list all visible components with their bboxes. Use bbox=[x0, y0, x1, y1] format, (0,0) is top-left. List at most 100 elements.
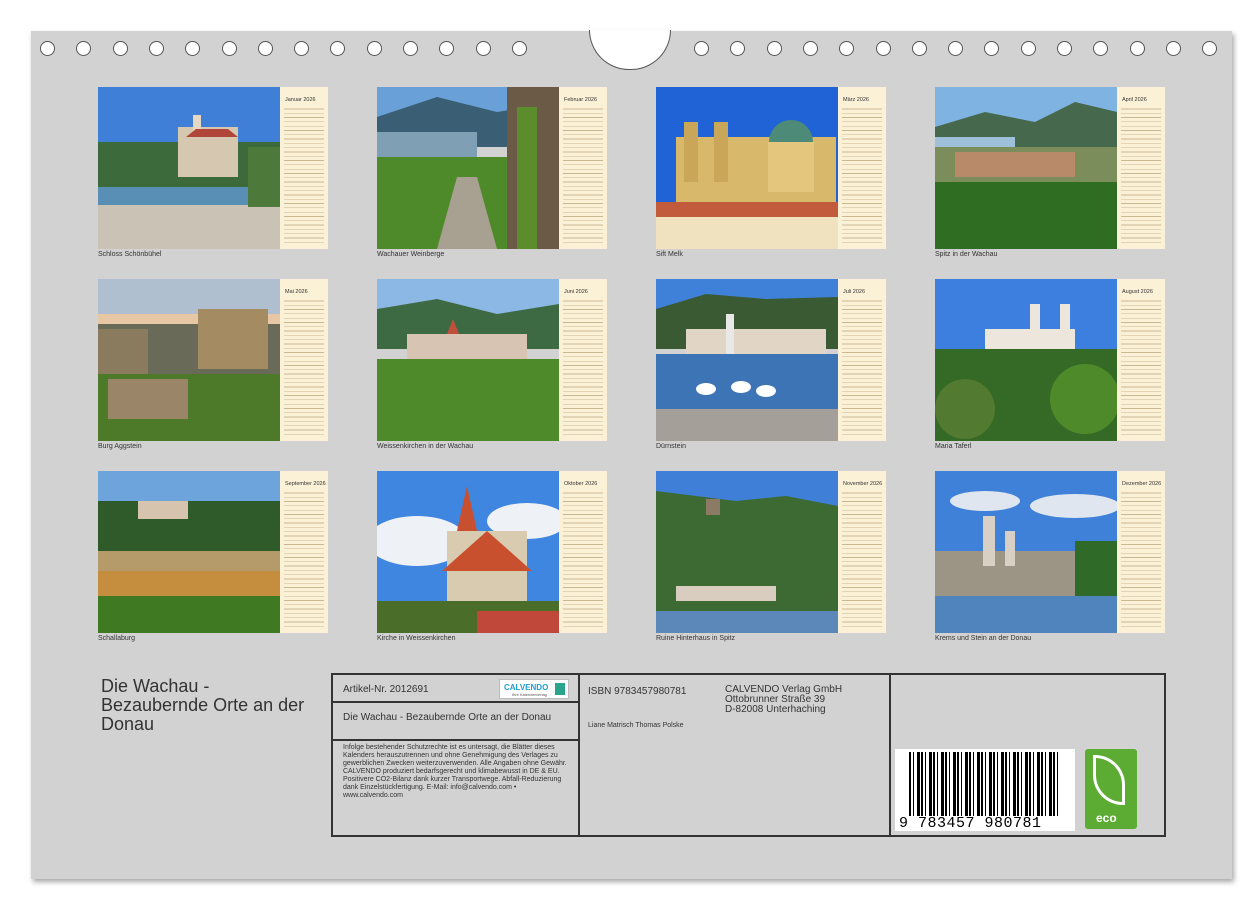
logo-mark-icon bbox=[555, 683, 565, 695]
month-name: Mai 2026 bbox=[285, 289, 308, 295]
binding-hole bbox=[366, 41, 382, 56]
binding-hole bbox=[694, 41, 709, 56]
binding-hole bbox=[839, 41, 855, 56]
binding-hole bbox=[766, 41, 782, 56]
month-tile-june: Juni 2026 Weissenkirchen in der Wachau bbox=[377, 279, 607, 450]
binding-hole bbox=[875, 41, 891, 56]
month-name: August 2026 bbox=[1122, 289, 1153, 295]
month-grid: Januar 2026 bbox=[280, 87, 328, 249]
month-name: Januar 2026 bbox=[285, 97, 316, 103]
month-tile-october: Oktober 2026 Kirche in Weissenkirchen bbox=[377, 471, 607, 642]
binding-hole bbox=[475, 41, 491, 56]
photo-krems-stein bbox=[935, 471, 1117, 633]
photo-hinterhaus bbox=[656, 471, 838, 633]
binding-hole bbox=[185, 41, 201, 56]
photo-caption: Ruine Hinterhaus in Spitz bbox=[656, 635, 735, 642]
photo-caption: Dürnstein bbox=[656, 443, 686, 450]
binding-hole bbox=[439, 41, 455, 56]
month-name: April 2026 bbox=[1122, 97, 1147, 103]
photo-melk bbox=[656, 87, 838, 249]
calendar-title: Die Wachau - Bezaubernde Orte an der Don… bbox=[101, 676, 305, 734]
month-tile-march: März 2026 Sift Melk bbox=[656, 87, 886, 258]
photo-caption: Spitz in der Wachau bbox=[935, 251, 998, 258]
photo-maria-taferl bbox=[935, 279, 1117, 441]
month-grid: Februar 2026 bbox=[559, 87, 607, 249]
barcode-bars bbox=[909, 752, 1059, 816]
photo-kirche-weissenkirchen bbox=[377, 471, 559, 633]
month-grid: Juni 2026 bbox=[559, 279, 607, 441]
photo-duernstein bbox=[656, 279, 838, 441]
author: Liane Matrisch Thomas Polske bbox=[588, 722, 684, 729]
month-grid: Oktober 2026 bbox=[559, 471, 607, 633]
legal-text: Infolge bestehender Schutzrechte ist es … bbox=[343, 744, 567, 799]
month-tile-april: April 2026 Spitz in der Wachau bbox=[935, 87, 1165, 258]
binding-hole bbox=[1093, 41, 1109, 56]
month-name: September 2026 bbox=[285, 481, 326, 487]
logo-text: CALVENDO bbox=[504, 683, 549, 692]
month-grid: März 2026 bbox=[838, 87, 886, 249]
info-box: Artikel-Nr. 2012691 CALVENDO Ihre Kalend… bbox=[331, 673, 1166, 837]
logo-subtext: Ihre Kalenderverlag bbox=[512, 692, 547, 697]
binding-hole bbox=[1020, 41, 1036, 56]
month-tile-may: Mai 2026 Burg Aggstein bbox=[98, 279, 328, 450]
photo-caption: Kirche in Weissenkirchen bbox=[377, 635, 456, 642]
photo-caption: Krems und Stein an der Donau bbox=[935, 635, 1032, 642]
photo-schallaburg bbox=[98, 471, 280, 633]
month-tile-august: August 2026 Maria Taferl bbox=[935, 279, 1165, 450]
calendar-sheet: Januar 2026 Schloss Schönbühel Februar 2… bbox=[31, 30, 1232, 879]
publisher-address: CALVENDO Verlag GmbH Ottobrunner Straße … bbox=[725, 685, 842, 715]
binding-hole bbox=[730, 41, 746, 56]
binding-hole bbox=[1202, 41, 1218, 56]
binding-hole bbox=[403, 41, 418, 56]
eco-badge: eco bbox=[1085, 749, 1137, 829]
photo-caption: Schallaburg bbox=[98, 635, 135, 642]
barcode-number: 9 783457 980781 bbox=[899, 815, 1042, 832]
month-name: Juli 2026 bbox=[843, 289, 866, 295]
calvendo-logo: CALVENDO Ihre Kalenderverlag bbox=[499, 679, 569, 699]
photo-vineyards bbox=[377, 87, 559, 249]
month-name: Juni 2026 bbox=[564, 289, 588, 295]
month-name: März 2026 bbox=[843, 97, 869, 103]
binding-hole bbox=[1129, 41, 1145, 56]
month-grid: November 2026 bbox=[838, 471, 886, 633]
binding-hole bbox=[40, 41, 55, 56]
binding-hole bbox=[1165, 41, 1181, 56]
month-tile-september: September 2026 Schallaburg bbox=[98, 471, 328, 642]
month-tile-november: November 2026 Ruine Hinterhaus in Spitz bbox=[656, 471, 886, 642]
photo-spitz bbox=[935, 87, 1117, 249]
binding-hole bbox=[802, 41, 818, 56]
binding-hole bbox=[221, 41, 237, 56]
binding-hole bbox=[330, 41, 346, 56]
photo-schoenbuehel bbox=[98, 87, 280, 249]
month-name: Februar 2026 bbox=[564, 97, 598, 103]
calendar-subtitle: Die Wachau - Bezaubernde Orte an der Don… bbox=[343, 712, 552, 723]
month-name: November 2026 bbox=[843, 481, 883, 487]
month-name: Dezember 2026 bbox=[1122, 481, 1162, 487]
month-tile-january: Januar 2026 Schloss Schönbühel bbox=[98, 87, 328, 258]
month-tile-december: Dezember 2026 Krems und Stein an der Don… bbox=[935, 471, 1165, 642]
binding-hole bbox=[148, 41, 164, 56]
binding-hole bbox=[112, 41, 128, 56]
month-grid: April 2026 bbox=[1117, 87, 1165, 249]
photo-caption: Wachauer Weinberge bbox=[377, 251, 445, 258]
photo-aggstein bbox=[98, 279, 280, 441]
publisher-line: D-82008 Unterhaching bbox=[725, 704, 826, 715]
binding-hole bbox=[257, 41, 273, 56]
binding-hole bbox=[511, 41, 527, 56]
month-grid: Mai 2026 bbox=[280, 279, 328, 441]
binding-hole bbox=[984, 41, 1000, 56]
eco-label: eco bbox=[1096, 811, 1117, 825]
article-number: Artikel-Nr. 2012691 bbox=[343, 684, 429, 695]
month-grid: September 2026 bbox=[280, 471, 328, 633]
binding-hole bbox=[294, 41, 310, 56]
photo-weissenkirchen bbox=[377, 279, 559, 441]
leaf-icon bbox=[1093, 755, 1125, 805]
binding-hole bbox=[948, 41, 964, 56]
month-grid: August 2026 bbox=[1117, 279, 1165, 441]
month-tile-february: Februar 2026 Wachauer Weinberge bbox=[377, 87, 607, 258]
binding-hole bbox=[911, 41, 927, 56]
month-grid: Juli 2026 bbox=[838, 279, 886, 441]
photo-caption: Sift Melk bbox=[656, 251, 683, 258]
photo-caption: Maria Taferl bbox=[935, 443, 972, 450]
barcode: 9 783457 980781 bbox=[895, 749, 1075, 832]
